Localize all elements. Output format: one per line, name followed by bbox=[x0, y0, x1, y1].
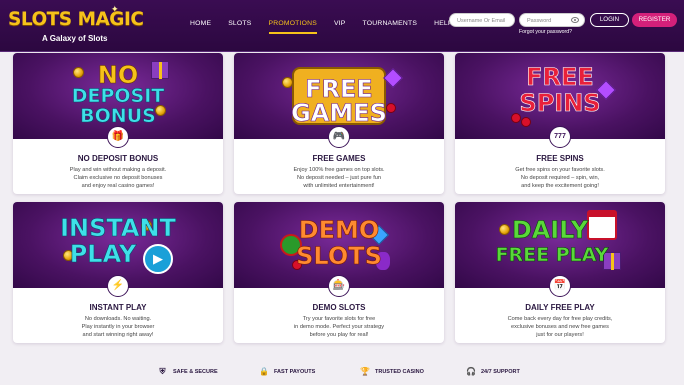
nav-promotions[interactable]: PROMOTIONS bbox=[268, 20, 318, 34]
feature-label: TRUSTED CASINO bbox=[375, 368, 424, 375]
feature-label: 24/7 SUPPORT bbox=[481, 368, 520, 375]
banner-text: FREE bbox=[305, 75, 373, 103]
nav-vip[interactable]: VIP bbox=[334, 20, 346, 27]
headset-icon: 🎧 bbox=[466, 367, 476, 376]
features-bar: ⛨ SAFE & SECURE 🔒 FAST PAYOUTS 🏆 TRUSTED… bbox=[0, 358, 684, 385]
gift-icon: 🎁 bbox=[107, 126, 129, 148]
password-input[interactable]: Password bbox=[519, 13, 585, 27]
card-description: Try your favorite slots for free in demo… bbox=[293, 316, 385, 338]
main-nav: HOME SLOTS PROMOTIONS VIP TOURNAMENTS HE… bbox=[190, 20, 470, 34]
promo-card-daily-free-play[interactable]: DAILY FREE PLAY 📅 DAILY FREE PLAY Come b… bbox=[455, 202, 665, 343]
username-input[interactable]: Username Or Email bbox=[449, 13, 515, 27]
promo-card-no-deposit-bonus[interactable]: NO DEPOSIT BONUS 🎁 NO DEPOSIT BONUS Play… bbox=[13, 53, 223, 194]
banner-text: PLAY bbox=[69, 240, 137, 268]
promo-card-instant-play[interactable]: ▶ INSTANT PLAY ⚡ INSTANT PLAY No downloa… bbox=[13, 202, 223, 343]
card-description: Play and win without making a deposit. C… bbox=[69, 167, 167, 189]
feature-label: SAFE & SECURE bbox=[173, 368, 218, 375]
card-title: FREE SPINS bbox=[536, 154, 584, 163]
forgot-password-link[interactable]: Forgot your password? bbox=[519, 29, 572, 35]
card-title: NO DEPOSIT BONUS bbox=[77, 154, 159, 163]
banner-text: DEMO bbox=[298, 216, 380, 244]
card-description: No downloads. No waiting. Play instantly… bbox=[81, 316, 155, 338]
feature-fast-payouts: 🔒 FAST PAYOUTS bbox=[259, 367, 315, 376]
banner-text: SLOTS bbox=[296, 242, 382, 270]
card-description: Get free spins on your favorite slots. N… bbox=[515, 167, 605, 189]
banner-text: FREE PLAY bbox=[495, 244, 609, 266]
trophy-icon: 🏆 bbox=[360, 367, 370, 376]
banner-text: FREE bbox=[526, 63, 594, 91]
lightning-icon: ⚡ bbox=[107, 275, 129, 297]
promo-card-free-spins[interactable]: FREE SPINS 777 FREE SPINS Get free spins… bbox=[455, 53, 665, 194]
777-icon: 777 bbox=[549, 126, 571, 148]
lock-icon: 🔒 bbox=[259, 367, 269, 376]
feature-safe-secure: ⛨ SAFE & SECURE bbox=[158, 367, 218, 376]
card-title: INSTANT PLAY bbox=[89, 303, 147, 312]
feature-label: FAST PAYOUTS bbox=[274, 368, 316, 375]
site-header: SLOTS MAGIC ✦ A Galaxy of Slots HOME SLOT… bbox=[0, 0, 684, 52]
card-description: Come back every day for free play credit… bbox=[507, 316, 613, 338]
shield-icon: ⛨ bbox=[159, 367, 166, 376]
site-logo[interactable]: SLOTS MAGIC ✦ bbox=[8, 5, 144, 30]
password-placeholder: Password bbox=[527, 18, 552, 24]
banner-text: BONUS bbox=[80, 105, 156, 127]
promo-card-demo-slots[interactable]: DEMO SLOTS 🎰 DEMO SLOTS Try your favorit… bbox=[234, 202, 444, 343]
card-description: Enjoy 100% free games on top slots. No d… bbox=[293, 167, 385, 189]
register-button[interactable]: REGISTER bbox=[632, 13, 677, 27]
card-title: DEMO SLOTS bbox=[312, 303, 366, 312]
login-button[interactable]: LOGIN bbox=[590, 13, 629, 27]
card-title: DAILY FREE PLAY bbox=[525, 303, 595, 312]
calendar-icon: 📅 bbox=[549, 275, 571, 297]
eye-icon[interactable] bbox=[571, 17, 579, 23]
promo-card-free-games[interactable]: FREE GAMES 🎮 FREE GAMES Enjoy 100% free … bbox=[234, 53, 444, 194]
nav-tournaments[interactable]: TOURNAMENTS bbox=[363, 20, 418, 27]
banner-text: SPINS bbox=[519, 89, 601, 117]
banner-text: INSTANT bbox=[60, 214, 176, 242]
feature-support: 🎧 24/7 SUPPORT bbox=[466, 367, 520, 376]
banner-text: NO bbox=[97, 61, 139, 89]
card-title: FREE GAMES bbox=[312, 154, 366, 163]
feature-trusted-casino: 🏆 TRUSTED CASINO bbox=[360, 367, 424, 376]
banner-text: GAMES bbox=[291, 99, 387, 127]
nav-home[interactable]: HOME bbox=[190, 20, 211, 27]
nav-slots[interactable]: SLOTS bbox=[228, 20, 251, 27]
star-icon: ✦ bbox=[111, 5, 119, 15]
slot-machine-icon: 🎰 bbox=[328, 275, 350, 297]
banner-text: DEPOSIT bbox=[71, 85, 165, 107]
gamepad-icon: 🎮 bbox=[328, 126, 350, 148]
site-tagline: A Galaxy of Slots bbox=[42, 34, 108, 43]
banner-text: DAILY bbox=[511, 216, 589, 244]
cherry-icon bbox=[521, 117, 531, 127]
